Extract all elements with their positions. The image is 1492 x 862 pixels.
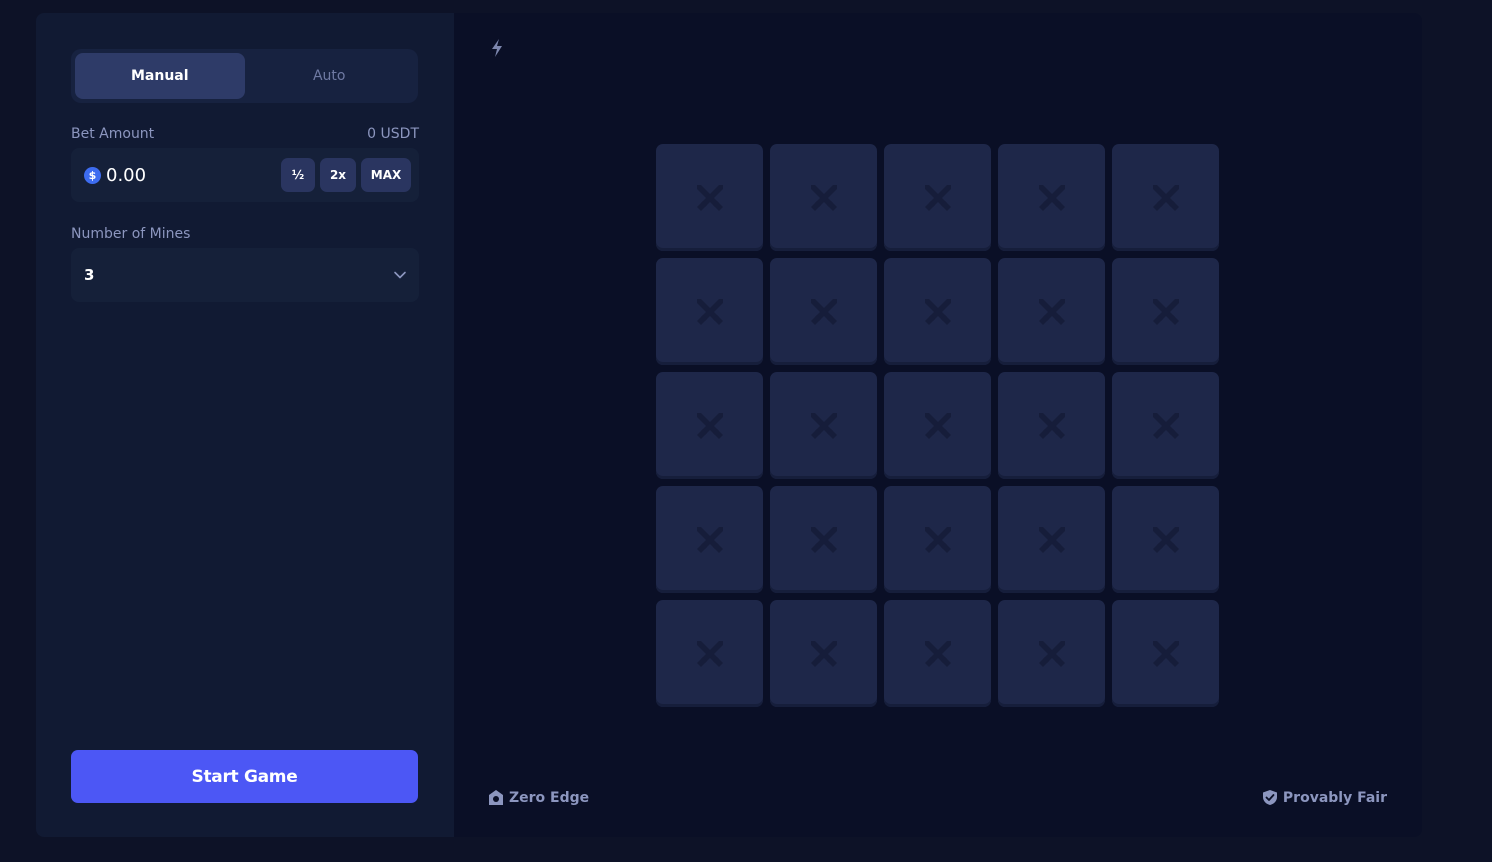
mines-count-select[interactable]: 3 [71,248,419,302]
bet-amount-header: Bet Amount 0 USDT [71,126,419,142]
crossed-swords-icon [696,298,723,325]
mines-count-label: Number of Mines [71,226,191,242]
crossed-swords-icon [924,526,951,553]
crossed-swords-icon [810,298,837,325]
mine-tile[interactable] [1112,372,1219,479]
mine-tile[interactable] [656,486,763,593]
bet-amount-label: Bet Amount [71,126,155,142]
zero-edge-badge[interactable]: Zero Edge [488,789,589,806]
crossed-swords-icon [924,184,951,211]
mines-count-value: 3 [84,266,95,284]
balance-display: 0 USDT [367,126,419,142]
crossed-swords-icon [924,640,951,667]
mines-game-app: Manual Auto Bet Amount 0 USDT $ 0.00 ½ 2… [36,13,1422,837]
crossed-swords-icon [1152,412,1179,439]
tab-manual[interactable]: Manual [75,53,245,99]
dollar-coin-icon: $ [84,166,101,184]
mine-tile[interactable] [998,258,1105,365]
crossed-swords-icon [1152,640,1179,667]
mine-tile[interactable] [656,258,763,365]
max-bet-button[interactable]: MAX [361,158,411,192]
shield-check-icon [1262,790,1277,805]
mine-tile[interactable] [998,600,1105,707]
crossed-swords-icon [696,184,723,211]
mine-tile[interactable] [656,144,763,251]
crossed-swords-icon [1038,184,1065,211]
game-board-area: Zero Edge Provably Fair [454,13,1422,837]
crossed-swords-icon [696,412,723,439]
crossed-swords-icon [810,184,837,211]
mine-tile[interactable] [770,258,877,365]
mine-tile[interactable] [1112,258,1219,365]
crossed-swords-icon [810,526,837,553]
provably-fair-label: Provably Fair [1282,789,1387,806]
crossed-swords-icon [696,640,723,667]
mine-tile[interactable] [656,372,763,479]
crossed-swords-icon [810,412,837,439]
bet-amount-input[interactable]: 0.00 [106,165,276,186]
mine-tile[interactable] [884,486,991,593]
crossed-swords-icon [1038,640,1065,667]
half-bet-button[interactable]: ½ [281,158,315,192]
mine-tile[interactable] [884,144,991,251]
provably-fair-badge[interactable]: Provably Fair [1262,789,1387,806]
mode-tabs: Manual Auto [71,49,418,103]
zero-edge-label: Zero Edge [509,789,590,806]
mine-tile[interactable] [1112,486,1219,593]
house-icon [489,790,503,805]
mine-tile[interactable] [998,486,1105,593]
start-game-button[interactable]: Start Game [71,750,418,803]
crossed-swords-icon [810,640,837,667]
crossed-swords-icon [696,526,723,553]
crossed-swords-icon [1038,526,1065,553]
mine-tile[interactable] [770,144,877,251]
mine-tile[interactable] [1112,600,1219,707]
mine-tile[interactable] [656,600,763,707]
mine-tile[interactable] [998,372,1105,479]
mine-tile[interactable] [770,486,877,593]
crossed-swords-icon [1152,526,1179,553]
mine-tile[interactable] [1112,144,1219,251]
lightning-bolt-icon[interactable] [489,38,505,58]
crossed-swords-icon [924,412,951,439]
chevron-down-icon [394,271,406,279]
bet-sidebar: Manual Auto Bet Amount 0 USDT $ 0.00 ½ 2… [36,13,454,837]
crossed-swords-icon [1152,184,1179,211]
mine-tile[interactable] [998,144,1105,251]
double-bet-button[interactable]: 2x [320,158,356,192]
mine-tile[interactable] [770,372,877,479]
bet-amount-field[interactable]: $ 0.00 ½ 2x MAX [71,148,419,202]
mine-tile[interactable] [884,372,991,479]
mines-grid [656,144,1219,707]
crossed-swords-icon [924,298,951,325]
crossed-swords-icon [1038,298,1065,325]
crossed-swords-icon [1038,412,1065,439]
tab-auto[interactable]: Auto [245,53,415,99]
mine-tile[interactable] [770,600,877,707]
crossed-swords-icon [1152,298,1179,325]
mine-tile[interactable] [884,258,991,365]
mine-tile[interactable] [884,600,991,707]
